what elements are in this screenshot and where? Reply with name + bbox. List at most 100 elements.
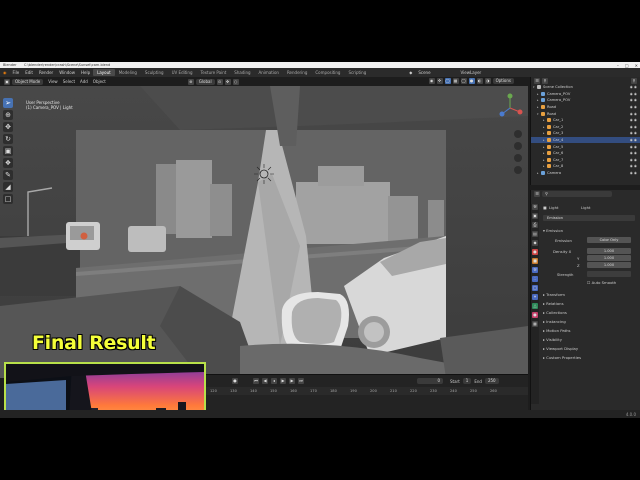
jump-end-icon[interactable]: ⏭ <box>298 378 304 384</box>
eye-icon[interactable]: ◉ ◉ <box>630 112 637 116</box>
panel-viewport-display[interactable]: ▸ Viewport Display <box>543 346 578 351</box>
workspace-tab-scripting[interactable]: Scripting <box>344 69 370 76</box>
strength-field[interactable] <box>587 271 631 277</box>
shading-material-icon[interactable]: ◐ <box>476 78 483 84</box>
current-frame-field[interactable]: 0 <box>417 378 443 384</box>
data-tab-icon[interactable]: △ <box>532 303 538 309</box>
menu-edit[interactable]: Edit <box>22 70 36 75</box>
transform-orientation-selector[interactable]: Global <box>195 78 215 85</box>
texture-tab-icon[interactable]: ▦ <box>532 321 538 327</box>
jump-start-icon[interactable]: ⏮ <box>253 378 259 384</box>
transform-orientation-icon[interactable]: ⊕ <box>187 78 194 85</box>
outliner-row[interactable]: ▸ Car_1 ◉ ◉ <box>531 117 640 124</box>
mode-selector[interactable]: Object Mode <box>12 78 44 85</box>
move-tool-icon[interactable]: ✥ <box>3 122 13 132</box>
panel-collections[interactable]: ▸ Collections <box>543 310 567 315</box>
select-box-tool-icon[interactable]: ➢ <box>3 98 13 108</box>
pivot-icon[interactable]: ⊙ <box>216 78 223 85</box>
density-y-field[interactable]: 1.000 <box>587 255 631 261</box>
menu-file[interactable]: File <box>10 70 23 75</box>
outliner-row[interactable]: ▸ Camera_POV ◉ ◉ <box>531 91 640 98</box>
overlay-icon[interactable]: ◯ <box>444 78 451 84</box>
scene-selector[interactable]: Scene <box>415 70 433 75</box>
eye-icon[interactable]: ◉ ◉ <box>630 158 637 162</box>
eye-icon[interactable]: ◉ ◉ <box>630 98 637 102</box>
eye-icon[interactable]: ◉ ◉ <box>630 164 637 168</box>
eye-icon[interactable]: ◉ ◉ <box>630 145 637 149</box>
workspace-tab-layout[interactable]: Layout <box>93 69 115 76</box>
section-header-emission[interactable]: ▾ Emission <box>543 228 563 233</box>
density-x-field[interactable]: 1.000 <box>587 248 631 254</box>
outliner-row[interactable]: ▸ Road ◉ ◉ <box>531 104 640 111</box>
workspace-tab-shading[interactable]: Shading <box>230 69 254 76</box>
physics-tab-icon[interactable]: ◯ <box>532 285 538 291</box>
modifier-tab-icon[interactable]: ⚒ <box>532 267 538 273</box>
outliner-row[interactable]: ▸ Car_8 ◉ ◉ <box>531 163 640 170</box>
material-tab-icon[interactable]: ● <box>532 312 538 318</box>
panel-relations[interactable]: ▸ Relations <box>543 301 564 306</box>
shading-wireframe-icon[interactable]: ◯ <box>460 78 467 84</box>
workspace-tab-texture-paint[interactable]: Texture Paint <box>196 69 230 76</box>
workspace-tab-sculpting[interactable]: Sculpting <box>141 69 168 76</box>
visibility-icon[interactable]: ◉ <box>428 78 435 84</box>
close-icon[interactable]: ✕ <box>635 63 638 68</box>
outliner-row[interactable]: ▸ Car_5 ◉ ◉ <box>531 143 640 150</box>
particles-tab-icon[interactable]: ∴ <box>532 276 538 282</box>
maximize-icon[interactable]: □ <box>625 63 629 68</box>
workspace-tab-rendering[interactable]: Rendering <box>283 69 311 76</box>
shading-solid-icon[interactable]: ● <box>468 78 475 84</box>
view-layer-tab-icon[interactable]: ▤ <box>532 231 538 237</box>
eye-icon[interactable]: ◉ ◉ <box>630 92 637 96</box>
eye-icon[interactable]: ◉ ◉ <box>630 171 637 175</box>
workspace-tab-compositing[interactable]: Compositing <box>311 69 344 76</box>
end-frame-field[interactable]: 250 <box>484 378 499 384</box>
rotate-tool-icon[interactable]: ↻ <box>3 134 13 144</box>
panel-transform[interactable]: ▸ Transform <box>543 292 565 297</box>
cursor-tool-icon[interactable]: ⊕ <box>3 110 13 120</box>
outliner-row[interactable]: ▾ Road ◉ ◉ <box>531 110 640 117</box>
outliner-editor-icon[interactable]: ☰ <box>534 77 540 84</box>
snap-icon[interactable]: ❖ <box>224 78 231 85</box>
outliner-row-selected[interactable]: ▸ Car_4 ◉ ◉ <box>531 136 640 144</box>
eye-icon[interactable]: ◉ ◉ <box>630 151 637 155</box>
world-tab-icon[interactable]: ● <box>532 249 538 255</box>
render-tab-icon[interactable]: ▣ <box>532 213 538 219</box>
gizmo-icon[interactable]: ✣ <box>436 78 443 84</box>
panel-visibility[interactable]: ▸ Visibility <box>543 337 562 342</box>
eye-icon[interactable]: ◉ ◉ <box>630 138 637 142</box>
minimize-icon[interactable]: – <box>617 63 619 68</box>
output-tab-icon[interactable]: ⎙ <box>532 222 538 228</box>
menu-object[interactable]: Object <box>93 79 106 84</box>
timeline-ruler[interactable]: 120 130 140 150 160 170 180 190 200 210 … <box>206 387 528 395</box>
outliner-row[interactable]: ▸ Car_7 ◉ ◉ <box>531 157 640 164</box>
panel-motion-paths[interactable]: ▸ Motion Paths <box>543 328 571 333</box>
menu-help[interactable]: Help <box>78 70 93 75</box>
add-cube-tool-icon[interactable]: □ <box>3 194 13 204</box>
panel-instancing[interactable]: ▸ Instancing <box>543 319 566 324</box>
outliner-row[interactable]: ▾ Scene Collection ◉ ◉ <box>531 84 640 91</box>
measure-tool-icon[interactable]: ◢ <box>3 182 13 192</box>
eye-icon[interactable]: ◉ ◉ <box>630 125 637 129</box>
start-frame-field[interactable]: 1 <box>462 378 472 384</box>
datablock-field[interactable]: Emission <box>543 215 635 221</box>
constraints-tab-icon[interactable]: ⚭ <box>532 294 538 300</box>
editor-type-icon[interactable]: ▣ <box>4 78 10 85</box>
outliner-row[interactable]: ▸ Camera_POV ◉ ◉ <box>531 97 640 104</box>
emission-dropdown[interactable]: Color Only <box>587 237 631 243</box>
transform-tool-icon[interactable]: ❖ <box>3 158 13 168</box>
play-icon[interactable]: ▶ <box>280 378 286 384</box>
scene-tab-icon[interactable]: ◆ <box>532 240 538 246</box>
workspace-tab-modeling[interactable]: Modeling <box>115 69 141 76</box>
menu-add[interactable]: Add <box>80 79 88 84</box>
workspace-tab-animation[interactable]: Animation <box>255 69 283 76</box>
outliner-row[interactable]: ▸ Camera ◉ ◉ <box>531 170 640 177</box>
menu-select[interactable]: Select <box>63 79 75 84</box>
density-z-field[interactable]: 1.000 <box>587 262 631 268</box>
menu-view[interactable]: View <box>48 79 58 84</box>
outliner-filter-icon[interactable]: ⚲ <box>542 77 548 84</box>
auto-smooth-checkbox[interactable]: ☐ Auto Smooth <box>587 280 616 285</box>
eye-icon[interactable]: ◉ ◉ <box>630 105 637 109</box>
outliner-search-icon[interactable]: ⚲ <box>631 77 637 84</box>
tool-tab-icon[interactable]: ⚒ <box>532 204 538 210</box>
workspace-tab-uv-editing[interactable]: UV Editing <box>168 69 197 76</box>
